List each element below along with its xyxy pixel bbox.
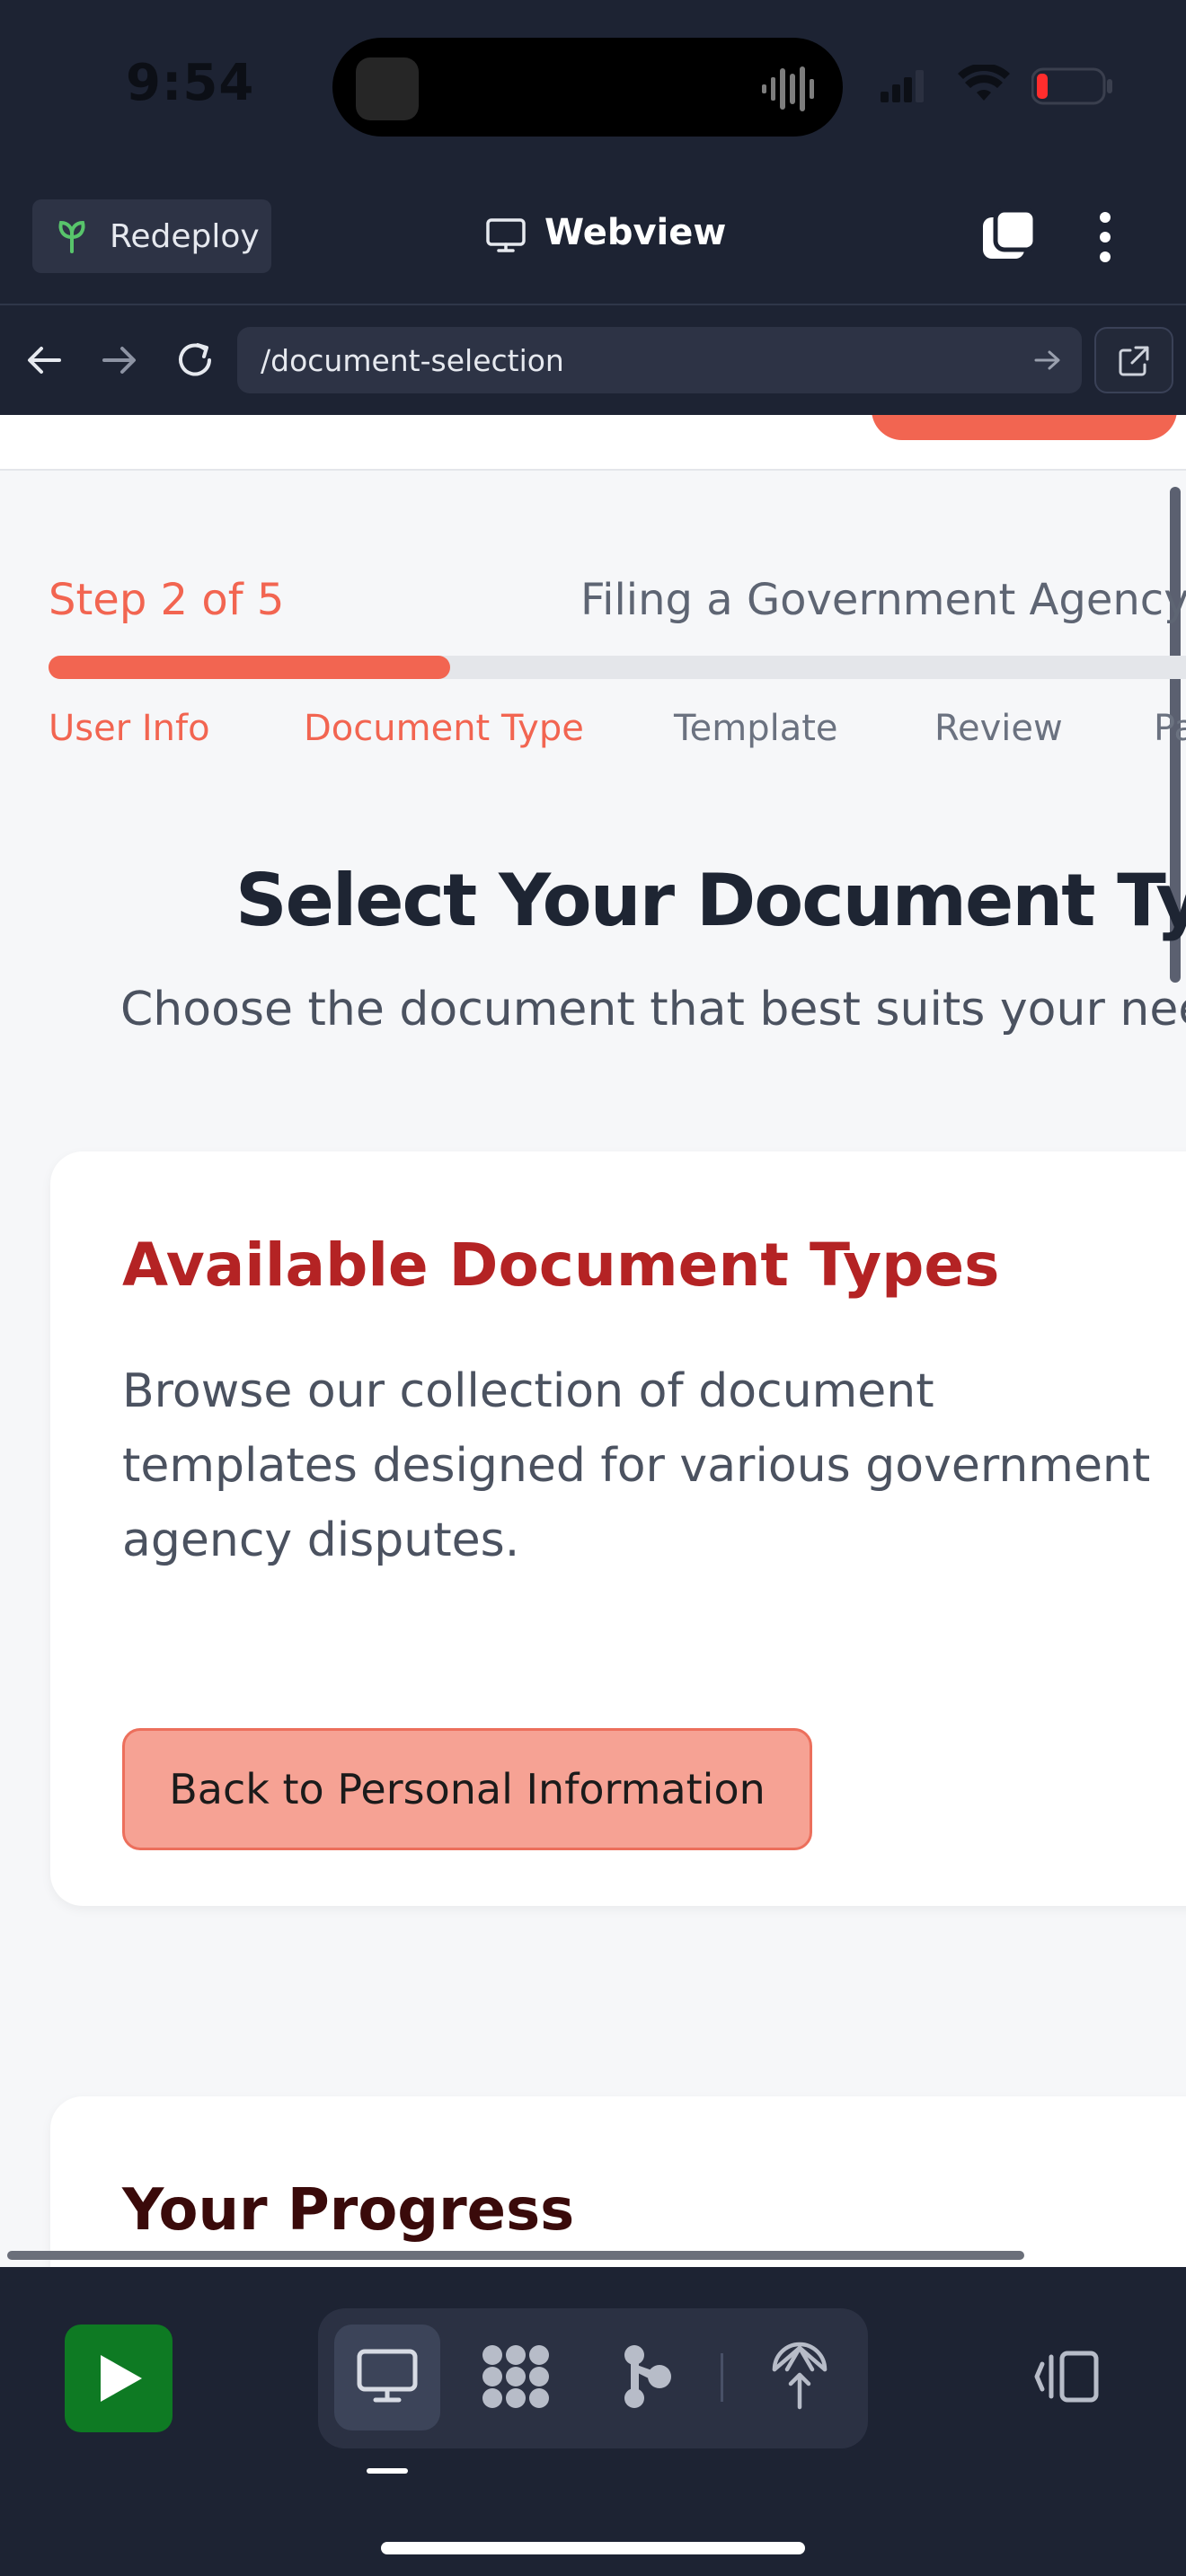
step-user-info[interactable]: User Info xyxy=(49,708,210,749)
grid-dots-icon[interactable] xyxy=(480,2342,552,2411)
step-document-type[interactable]: Document Type xyxy=(304,708,584,749)
back-arrow-icon[interactable] xyxy=(25,343,63,377)
toolbar-divider xyxy=(721,2353,723,2402)
go-arrow-icon[interactable] xyxy=(1033,348,1062,372)
step-template[interactable]: Template xyxy=(674,708,838,749)
back-to-personal-info-button[interactable]: Back to Personal Information xyxy=(122,1728,812,1850)
deploy-icon[interactable] xyxy=(769,2339,830,2411)
card-title: Available Document Types xyxy=(122,1231,1000,1300)
sprout-icon xyxy=(58,220,85,253)
horizontal-scrollbar[interactable] xyxy=(7,2251,1024,2260)
step-payment[interactable]: Pa xyxy=(1154,708,1186,749)
home-indicator[interactable] xyxy=(381,2542,805,2554)
flow-title: Filing a Government Agency D xyxy=(580,575,1186,625)
card-description: Browse our collection of document templa… xyxy=(122,1364,1151,1567)
progress-fill xyxy=(49,656,450,679)
branch-icon[interactable] xyxy=(620,2342,674,2411)
webview-content: Step 2 of 5 Filing a Government Agency D… xyxy=(0,415,1186,2267)
step-review[interactable]: Review xyxy=(934,708,1063,749)
camera-icon xyxy=(356,57,419,120)
step-counter: Step 2 of 5 xyxy=(49,575,285,625)
redeploy-label: Redeploy xyxy=(110,217,260,255)
wifi-icon xyxy=(958,65,1010,101)
status-time: 9:54 xyxy=(126,54,255,112)
play-icon xyxy=(101,2355,142,2402)
forward-arrow-icon[interactable] xyxy=(101,343,138,377)
more-vertical-icon[interactable] xyxy=(1093,208,1118,266)
progress-card-title: Your Progress xyxy=(122,2177,575,2244)
active-tab-indicator xyxy=(367,2468,408,2474)
split-view-icon[interactable] xyxy=(1033,2348,1102,2405)
back-button-label: Back to Personal Information xyxy=(169,1765,766,1813)
app-title: Webview xyxy=(544,212,727,253)
monitor-icon xyxy=(486,218,526,252)
reload-icon[interactable] xyxy=(174,340,216,381)
page-subtitle: Choose the document that best suits your… xyxy=(120,983,1186,1037)
header-action-button[interactable] xyxy=(872,415,1177,440)
battery-icon xyxy=(1031,67,1112,105)
url-text: /document-selection xyxy=(261,343,564,378)
cellular-signal-icon xyxy=(881,70,924,102)
desktop-icon xyxy=(357,2349,418,2403)
external-link-icon xyxy=(1119,346,1149,376)
audio-wave-icon xyxy=(762,66,814,111)
tabs-icon[interactable] xyxy=(981,208,1039,266)
page-title: Select Your Document Type xyxy=(235,859,1186,942)
